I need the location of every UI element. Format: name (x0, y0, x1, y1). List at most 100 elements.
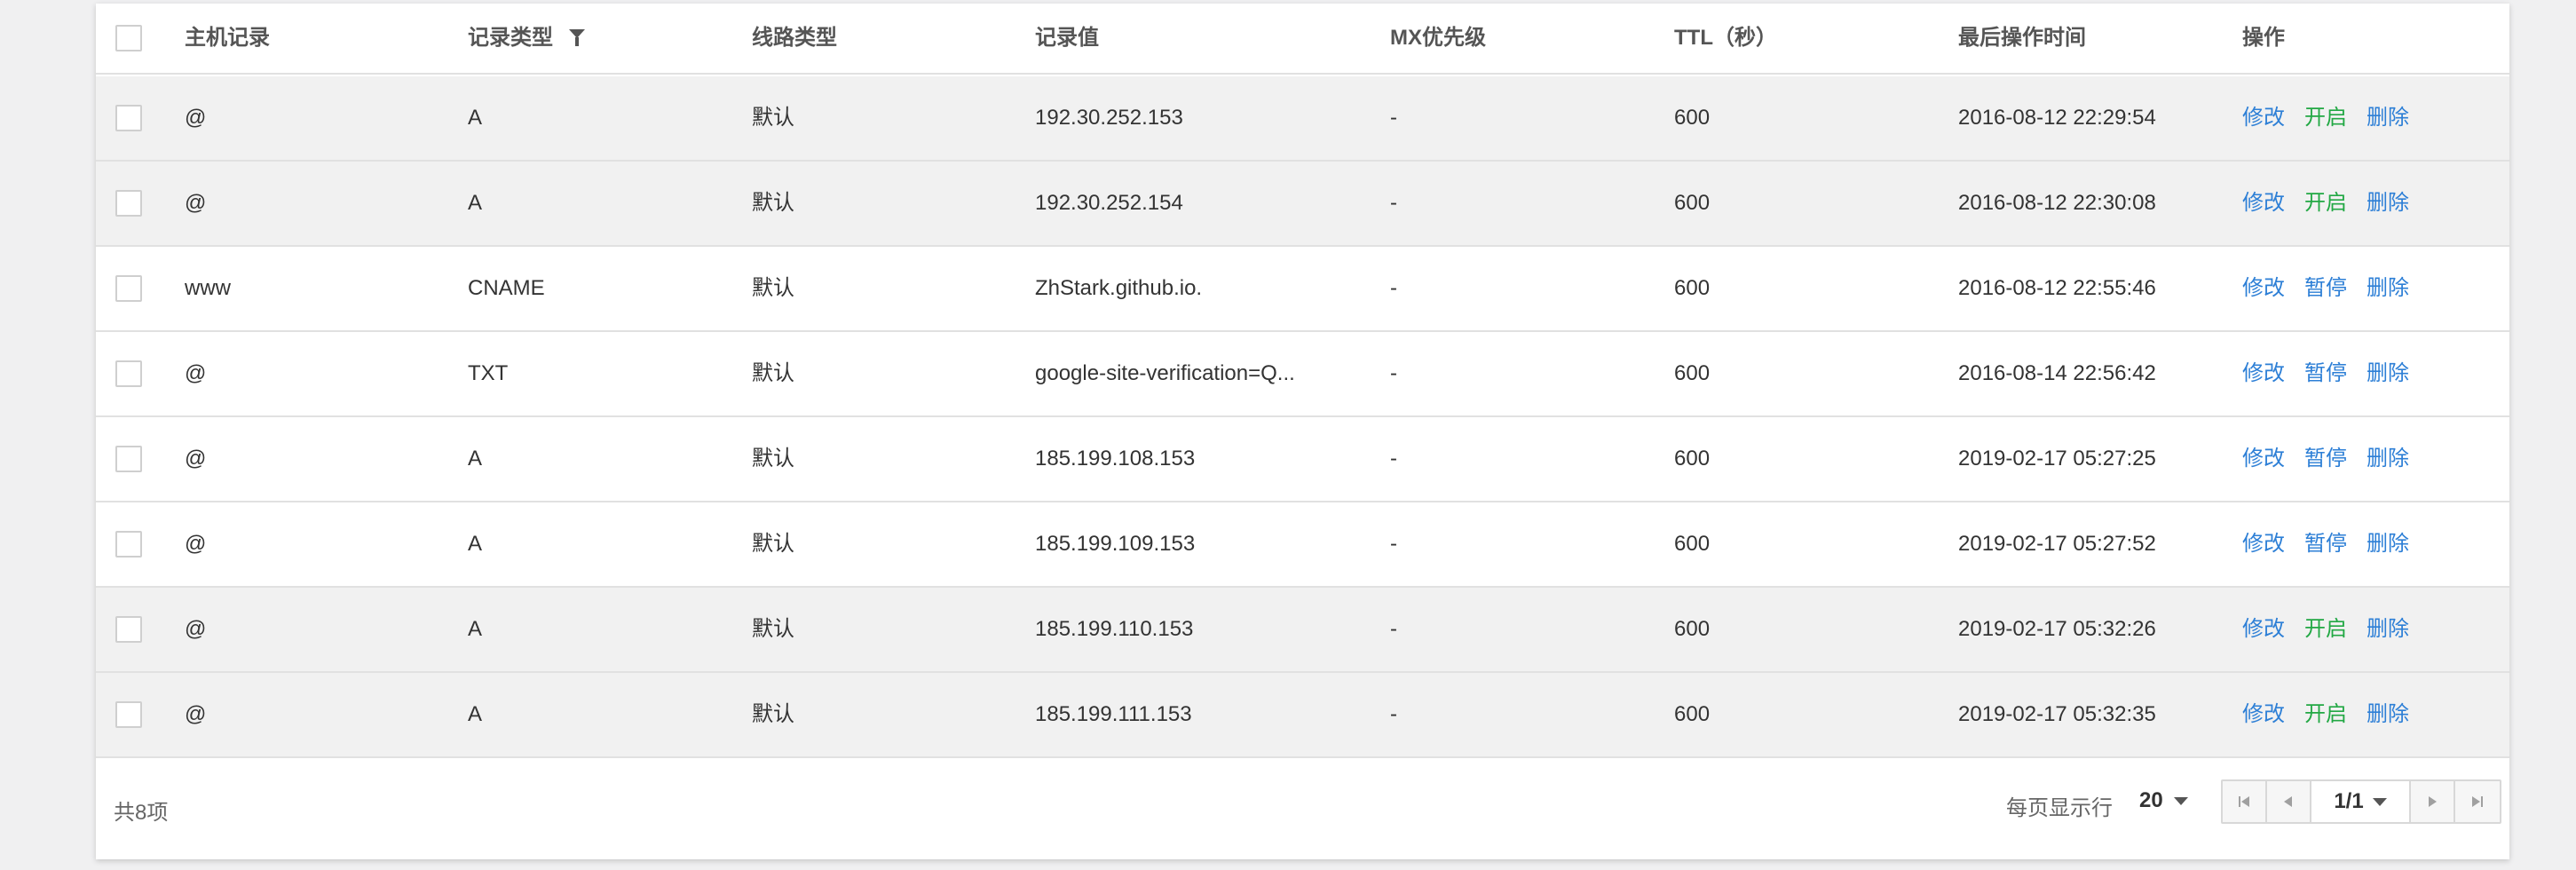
edit-link[interactable]: 修改 (2242, 107, 2285, 129)
cell-actions: 修改 开启 删除 (2242, 673, 2429, 756)
cell-type: A (468, 447, 483, 471)
cell-ttl: 600 (1674, 106, 1711, 130)
header-mx: MX优先级 (1390, 4, 1486, 73)
cell-value: google-site-verification=Q... (1035, 361, 1295, 385)
prev-page-button[interactable] (2267, 781, 2311, 822)
cell-line: 默认 (752, 617, 794, 641)
cell-time: 2019-02-17 05:32:35 (1958, 702, 2156, 726)
row-select-cell (115, 247, 142, 330)
cell-time: 2019-02-17 05:27:25 (1958, 447, 2156, 471)
cell-value: 192.30.252.153 (1035, 106, 1183, 130)
dns-records-panel: 主机记录 记录类型 线路类型 记录值 MX优先级 TTL（秒） 最后操作时间 操… (96, 4, 2509, 859)
row-checkbox[interactable] (115, 531, 142, 558)
cell-actions: 修改 开启 删除 (2242, 588, 2429, 671)
pause-link[interactable]: 暂停 (2304, 363, 2347, 384)
delete-link[interactable]: 删除 (2367, 619, 2409, 640)
delete-link[interactable]: 删除 (2367, 704, 2409, 725)
cell-host: @ (185, 617, 207, 641)
delete-link[interactable]: 删除 (2367, 278, 2409, 299)
per-page-value: 20 (2139, 788, 2163, 812)
row-checkbox[interactable] (115, 446, 142, 472)
cell-line: 默认 (752, 276, 794, 300)
row-checkbox[interactable] (115, 275, 142, 302)
per-page-select[interactable]: 20 (2139, 785, 2188, 817)
row-select-cell (115, 162, 142, 245)
delete-link[interactable]: 删除 (2367, 193, 2409, 214)
edit-link[interactable]: 修改 (2242, 704, 2285, 725)
delete-link[interactable]: 删除 (2367, 107, 2409, 129)
cell-time: 2016-08-12 22:29:54 (1958, 106, 2156, 130)
header-value-label: 记录值 (1035, 26, 1099, 50)
enable-link[interactable]: 开启 (2304, 107, 2347, 129)
filter-icon[interactable] (569, 29, 585, 47)
row-select-cell (115, 502, 142, 586)
edit-link[interactable]: 修改 (2242, 278, 2285, 299)
header-line-label: 线路类型 (752, 26, 837, 50)
enable-link[interactable]: 开启 (2304, 619, 2347, 640)
row-checkbox[interactable] (115, 105, 142, 131)
row-select-cell (115, 76, 142, 160)
next-page-button[interactable] (2411, 781, 2455, 822)
edit-link[interactable]: 修改 (2242, 193, 2285, 214)
cell-type: A (468, 532, 483, 556)
page-indicator-select[interactable]: 1/1 (2311, 781, 2411, 822)
delete-link[interactable]: 删除 (2367, 534, 2409, 555)
row-select-cell (115, 332, 142, 415)
pause-link[interactable]: 暂停 (2304, 534, 2347, 555)
cell-line: 默认 (752, 532, 794, 556)
cell-host: www (185, 276, 231, 300)
cell-host: @ (185, 447, 207, 471)
enable-link[interactable]: 开启 (2304, 193, 2347, 214)
cell-type: A (468, 191, 483, 215)
first-page-button[interactable] (2223, 781, 2267, 822)
cell-type: CNAME (468, 276, 545, 300)
select-all-checkbox[interactable] (115, 25, 142, 51)
header-ops: 操作 (2242, 4, 2285, 73)
cell-ttl: 600 (1674, 702, 1711, 726)
cell-host: @ (185, 191, 207, 215)
table-row: @ A 默认 192.30.252.153 - 600 2016-08-12 22:29:5… (96, 76, 2509, 162)
cell-actions: 修改 暂停 删除 (2242, 502, 2429, 586)
header-time: 最后操作时间 (1958, 4, 2086, 73)
delete-link[interactable]: 删除 (2367, 363, 2409, 384)
header-ops-label: 操作 (2242, 26, 2285, 50)
pagination: 1/1 (2221, 779, 2501, 824)
edit-link[interactable]: 修改 (2242, 619, 2285, 640)
table-row: www CNAME 默认 ZhStark.github.io. - 600 2016-08-… (96, 247, 2509, 332)
cell-actions: 修改 暂停 删除 (2242, 247, 2429, 330)
cell-time: 2016-08-12 22:30:08 (1958, 191, 2156, 215)
header-value: 记录值 (1035, 4, 1099, 73)
first-page-icon (2239, 796, 2249, 807)
row-checkbox[interactable] (115, 616, 142, 643)
cell-value: 185.199.109.153 (1035, 532, 1196, 556)
edit-link[interactable]: 修改 (2242, 534, 2285, 555)
enable-link[interactable]: 开启 (2304, 704, 2347, 725)
last-page-icon (2472, 796, 2483, 807)
edit-link[interactable]: 修改 (2242, 363, 2285, 384)
pause-link[interactable]: 暂停 (2304, 448, 2347, 470)
cell-mx: - (1390, 361, 1397, 385)
cell-host: @ (185, 532, 207, 556)
row-checkbox[interactable] (115, 360, 142, 387)
row-checkbox[interactable] (115, 190, 142, 217)
cell-type: A (468, 702, 483, 726)
row-select-cell (115, 417, 142, 501)
cell-host: @ (185, 106, 207, 130)
header-ttl: TTL（秒） (1674, 4, 1777, 73)
edit-link[interactable]: 修改 (2242, 448, 2285, 470)
cell-ttl: 600 (1674, 191, 1711, 215)
cell-mx: - (1390, 702, 1397, 726)
last-page-button[interactable] (2455, 781, 2500, 822)
cell-line: 默认 (752, 447, 794, 471)
cell-time: 2019-02-17 05:27:52 (1958, 532, 2156, 556)
pause-link[interactable]: 暂停 (2304, 278, 2347, 299)
header-line: 线路类型 (752, 4, 837, 73)
delete-link[interactable]: 删除 (2367, 448, 2409, 470)
cell-ttl: 600 (1674, 617, 1711, 641)
cell-ttl: 600 (1674, 361, 1711, 385)
row-checkbox[interactable] (115, 701, 142, 728)
cell-ttl: 600 (1674, 447, 1711, 471)
header-host: 主机记录 (185, 4, 270, 73)
table-footer: 共8项 每页显示行 20 1/1 (96, 760, 2509, 859)
cell-mx: - (1390, 532, 1397, 556)
